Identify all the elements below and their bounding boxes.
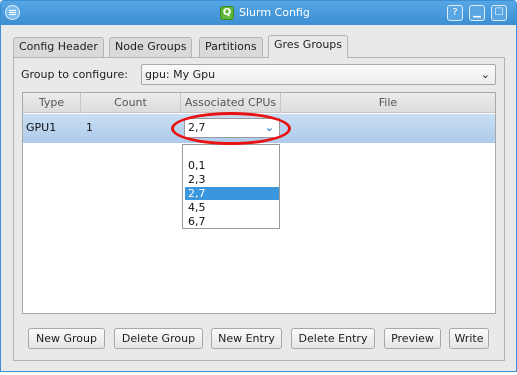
dropdown-option[interactable]: 4,5 <box>185 201 279 214</box>
new-group-button[interactable]: New Group <box>28 328 105 349</box>
help-icon[interactable]: ? <box>447 5 463 21</box>
column-header-type[interactable]: Type <box>23 93 81 113</box>
dropdown-option[interactable]: 0,1 <box>185 159 279 172</box>
tab-config-header[interactable]: Config Header <box>13 37 104 57</box>
dropdown-option[interactable]: 2,3 <box>185 173 279 186</box>
chevron-down-icon: ⌄ <box>480 68 490 81</box>
cell-type[interactable]: GPU1 <box>23 114 81 143</box>
title-bar[interactable]: Q Slurm Config ? ▁ ☐ ✕ <box>1 1 516 25</box>
group-to-configure-label: Group to configure: <box>21 68 128 81</box>
chevron-down-icon: ⌄ <box>264 121 274 134</box>
cell-count[interactable]: 1 <box>83 114 181 143</box>
cpus-select-value: 2,7 <box>188 121 206 134</box>
delete-group-button[interactable]: Delete Group <box>114 328 203 349</box>
group-select-value: gpu: My Gpu <box>145 68 216 81</box>
column-header-associated-cpus[interactable]: Associated CPUs <box>181 93 281 113</box>
group-select[interactable]: gpu: My Gpu ⌄ <box>141 64 496 85</box>
tab-gres-groups[interactable]: Gres Groups <box>268 35 349 58</box>
column-header-count[interactable]: Count <box>81 93 181 113</box>
slurm-config-window: Q Slurm Config ? ▁ ☐ ✕ Config Header Nod… <box>0 0 517 372</box>
table-row[interactable]: GPU1 1 2,7 ⌄ <box>23 114 495 143</box>
maximize-icon[interactable]: ☐ <box>491 5 507 21</box>
minimize-icon[interactable]: ▁ <box>469 5 485 21</box>
window-menu-icon[interactable] <box>5 5 20 20</box>
column-header-file[interactable]: File <box>281 93 495 113</box>
window-title: Slurm Config <box>239 6 310 19</box>
dropdown-option-selected[interactable]: 2,7 <box>185 187 279 200</box>
preview-button[interactable]: Preview <box>384 328 441 349</box>
dropdown-option[interactable]: 6,7 <box>185 215 279 228</box>
app-logo-icon: Q <box>220 6 234 20</box>
table-header: Type Count Associated CPUs File <box>23 93 495 113</box>
tab-node-groups[interactable]: Node Groups <box>109 37 193 57</box>
write-button[interactable]: Write <box>449 328 489 349</box>
cpus-dropdown-list: 0,1 2,3 2,7 4,5 6,7 <box>182 144 280 229</box>
tab-partitions[interactable]: Partitions <box>199 37 263 57</box>
cpus-select[interactable]: 2,7 ⌄ <box>184 118 280 138</box>
delete-entry-button[interactable]: Delete Entry <box>291 328 375 349</box>
cell-file[interactable] <box>281 114 495 143</box>
new-entry-button[interactable]: New Entry <box>211 328 282 349</box>
